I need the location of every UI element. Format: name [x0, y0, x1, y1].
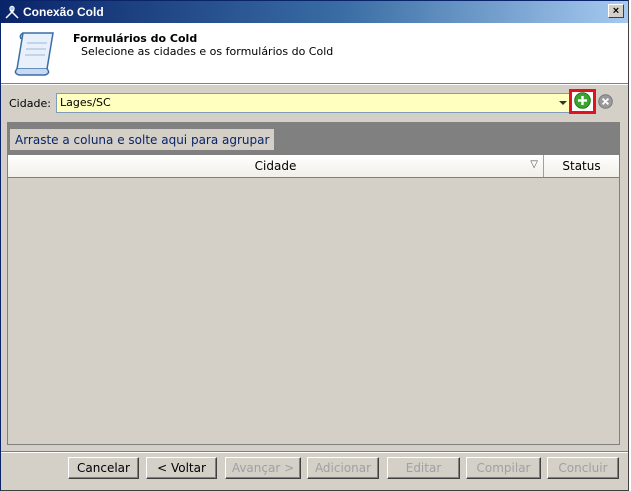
header-panel: Formulários do Cold Selecione as cidades… — [1, 23, 628, 83]
group-by-hint: Arraste a coluna e solte aqui para agrup… — [10, 129, 275, 150]
header-divider — [1, 83, 628, 85]
page-title: Formulários do Cold — [73, 32, 198, 45]
grid-header: Cidade ▽ Status — [8, 155, 619, 178]
city-combobox[interactable]: Lages/SC — [56, 93, 570, 113]
filter-icon[interactable]: ▽ — [530, 159, 538, 170]
group-by-area[interactable]: Arraste a coluna e solte aqui para agrup… — [8, 123, 619, 155]
document-icon — [9, 29, 61, 80]
compile-button[interactable]: Compilar — [466, 457, 541, 479]
close-button[interactable]: × — [608, 4, 624, 18]
plus-circle-icon — [574, 91, 591, 112]
finish-button[interactable]: Concluir — [547, 457, 619, 479]
grid-body[interactable] — [8, 179, 619, 444]
wizard-window: Conexão Cold × Formulários do Cold Selec… — [0, 0, 629, 491]
remove-city-button[interactable] — [598, 94, 613, 112]
city-label: Cidade: — [9, 97, 51, 110]
app-icon — [4, 4, 20, 20]
add-button[interactable]: Adicionar — [307, 457, 379, 479]
column-label-cidade: Cidade — [254, 159, 297, 173]
forms-grid[interactable]: Arraste a coluna e solte aqui para agrup… — [7, 122, 620, 445]
next-button[interactable]: Avançar > — [225, 457, 301, 479]
chevron-down-icon[interactable] — [559, 101, 567, 105]
close-icon: × — [612, 4, 620, 17]
column-label-status: Status — [562, 159, 601, 173]
column-header-cidade[interactable]: Cidade ▽ — [8, 155, 544, 177]
back-button[interactable]: < Voltar — [146, 457, 217, 479]
add-city-button[interactable] — [569, 89, 596, 114]
edit-button[interactable]: Editar — [387, 457, 460, 479]
close-circle-icon — [598, 94, 613, 112]
cancel-button[interactable]: Cancelar — [68, 457, 139, 479]
city-value: Lages/SC — [60, 96, 111, 109]
title-bar[interactable]: Conexão Cold × — [1, 1, 628, 23]
column-header-status[interactable]: Status — [544, 155, 619, 177]
window-title: Conexão Cold — [23, 5, 104, 19]
footer-divider — [1, 451, 628, 453]
page-subtitle: Selecione as cidades e os formulários do… — [81, 45, 334, 58]
